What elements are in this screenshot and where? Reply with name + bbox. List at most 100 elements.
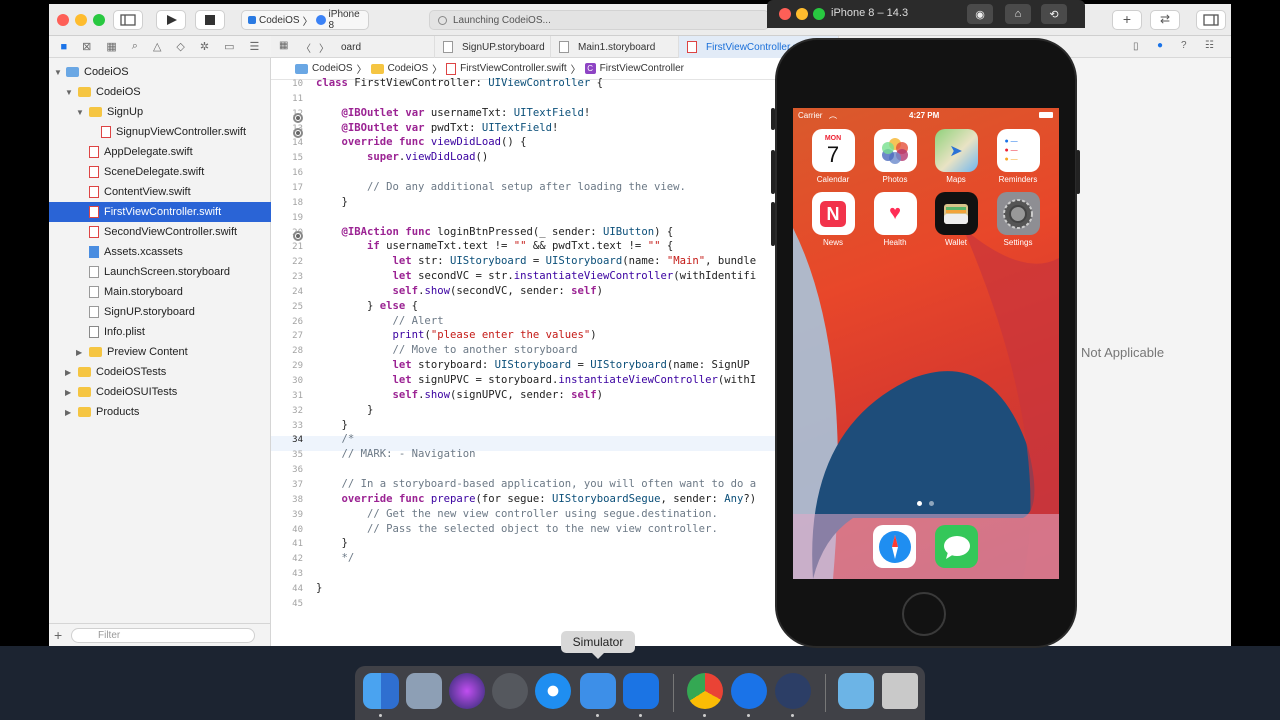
zoom-button[interactable] bbox=[93, 14, 105, 26]
plist-icon bbox=[89, 326, 99, 338]
launchpad-icon[interactable] bbox=[492, 673, 528, 709]
jump-item[interactable]: CodeiOS bbox=[312, 63, 353, 74]
scheme-selector[interactable]: CodeiOS 〉 iPhone 8 bbox=[241, 9, 369, 31]
item-label: Main.storyboard bbox=[104, 286, 183, 298]
list-item[interactable]: ▶ CodeiOSTests bbox=[49, 362, 271, 382]
toggle-inspector-button[interactable] bbox=[1196, 10, 1226, 30]
list-item[interactable]: ▶ Products bbox=[49, 402, 271, 422]
back-icon[interactable]: 〈 bbox=[301, 40, 311, 55]
list-item-selected[interactable]: FirstViewController.swift bbox=[49, 202, 271, 222]
toggle-navigator-button[interactable] bbox=[113, 10, 143, 30]
calendar-icon: MON 7 bbox=[811, 129, 855, 172]
trash-icon[interactable] bbox=[882, 673, 918, 709]
list-item[interactable]: SignupViewController.swift bbox=[49, 122, 271, 142]
report-icon[interactable]: ☰ bbox=[250, 40, 260, 53]
quicktime-icon[interactable] bbox=[775, 673, 811, 709]
list-item[interactable]: ContentView.swift bbox=[49, 182, 271, 202]
doc-icon[interactable]: ▯ bbox=[1133, 41, 1139, 52]
attributes-icon[interactable]: ☷ bbox=[1205, 40, 1214, 51]
preview-icon[interactable] bbox=[406, 673, 442, 709]
jump-item[interactable]: CodeiOS bbox=[388, 63, 429, 74]
list-item[interactable]: Main.storyboard bbox=[49, 282, 271, 302]
list-item[interactable]: Assets.xcassets bbox=[49, 242, 271, 262]
minimize-button[interactable] bbox=[796, 8, 808, 20]
library-button[interactable]: + bbox=[1112, 10, 1142, 30]
minimize-button[interactable] bbox=[75, 14, 87, 26]
action-connection-icon[interactable] bbox=[293, 231, 303, 241]
list-item[interactable]: ▶ CodeiOSUITests bbox=[49, 382, 271, 402]
app-maps[interactable]: ➤ Maps bbox=[934, 129, 978, 184]
help-icon[interactable]: ? bbox=[1181, 40, 1187, 51]
list-item[interactable]: ▶ Preview Content bbox=[49, 342, 271, 362]
folder-icon[interactable]: ■ bbox=[61, 41, 68, 53]
safari-dock-icon[interactable] bbox=[535, 673, 571, 709]
storyboard-icon bbox=[559, 41, 569, 53]
app-reminders[interactable]: ● — ● — ● — Reminders bbox=[996, 129, 1040, 184]
plus-icon: + bbox=[1122, 11, 1132, 27]
macos-dock bbox=[355, 666, 925, 720]
code-line: // Alert bbox=[392, 314, 444, 327]
list-item[interactable]: AppDelegate.swift bbox=[49, 142, 271, 162]
code-review-button[interactable]: ⇄ bbox=[1150, 10, 1180, 30]
tab-signup-storyboard[interactable]: SignUP.storyboard bbox=[435, 36, 551, 58]
iphone-home-button[interactable] bbox=[902, 592, 946, 636]
breakpoint-icon[interactable]: ▭ bbox=[224, 40, 234, 53]
iphone-screen: Carrier ︵ 4:27 PM MON 7 Calendar Photos … bbox=[793, 108, 1059, 579]
siri-icon[interactable] bbox=[449, 673, 485, 709]
search-icon[interactable]: ⌕ bbox=[132, 40, 138, 53]
messages-icon[interactable] bbox=[935, 525, 978, 568]
list-item[interactable]: SignUP.storyboard bbox=[49, 302, 271, 322]
home-button-toolbar[interactable]: ⌂ bbox=[1005, 4, 1031, 24]
safari-icon[interactable] bbox=[873, 525, 916, 568]
list-item[interactable]: ▼ CodeiOS bbox=[49, 82, 271, 102]
outlet-connection-icon[interactable] bbox=[293, 113, 303, 123]
app-health[interactable]: ♥ Health bbox=[873, 192, 917, 247]
stop-button[interactable] bbox=[195, 10, 225, 30]
plus-icon[interactable]: + bbox=[54, 627, 62, 643]
source-control-icon[interactable]: ⊠ bbox=[82, 40, 91, 53]
code-line: // MARK: - Navigation bbox=[341, 448, 476, 461]
heart-icon: ♥ bbox=[873, 192, 917, 235]
outlet-connection-icon[interactable] bbox=[293, 128, 303, 138]
folder-icon bbox=[78, 387, 91, 397]
warning-icon[interactable]: △ bbox=[153, 40, 161, 53]
history-icon[interactable]: ● bbox=[1157, 40, 1163, 51]
chevron-right-icon: 〉 bbox=[570, 65, 581, 76]
close-button[interactable] bbox=[57, 14, 69, 26]
app-news[interactable]: N News bbox=[811, 192, 855, 247]
app-wallet[interactable]: Wallet bbox=[934, 192, 978, 247]
list-item[interactable]: ▼ SignUp bbox=[49, 102, 271, 122]
list-item[interactable]: LaunchScreen.storyboard bbox=[49, 262, 271, 282]
chrome-icon[interactable] bbox=[687, 673, 723, 709]
app-settings[interactable]: Settings bbox=[996, 192, 1040, 247]
close-button[interactable] bbox=[779, 8, 791, 20]
rotate-button[interactable]: ⟲ bbox=[1041, 4, 1067, 24]
jump-item[interactable]: FirstViewController.swift bbox=[460, 63, 567, 74]
list-item[interactable]: SceneDelegate.swift bbox=[49, 162, 271, 182]
code-line: } bbox=[316, 195, 348, 208]
zoom-button[interactable] bbox=[813, 8, 825, 20]
tab-storyboard[interactable]: oard bbox=[333, 36, 435, 58]
app-calendar[interactable]: MON 7 Calendar bbox=[811, 129, 855, 184]
test-icon[interactable]: ◇ bbox=[176, 40, 184, 53]
assets-icon bbox=[89, 246, 99, 258]
item-label: CodeiOS bbox=[96, 86, 141, 98]
list-item[interactable]: Info.plist bbox=[49, 322, 271, 342]
jump-item[interactable]: FirstViewController bbox=[600, 63, 684, 74]
list-item[interactable]: ▼ CodeiOS bbox=[49, 62, 271, 82]
teamviewer-icon[interactable] bbox=[731, 673, 767, 709]
app-photos[interactable]: Photos bbox=[873, 129, 917, 184]
list-item[interactable]: SecondViewController.swift bbox=[49, 222, 271, 242]
simulator-icon[interactable] bbox=[580, 673, 616, 709]
symbol-icon[interactable]: ▦ bbox=[106, 40, 116, 53]
run-button[interactable] bbox=[156, 10, 186, 30]
filter-field[interactable]: Filter bbox=[71, 628, 255, 643]
tab-main1-storyboard[interactable]: Main1.storyboard bbox=[551, 36, 679, 58]
finder-icon[interactable] bbox=[363, 673, 399, 709]
screenshot-button[interactable]: ◉ bbox=[967, 4, 993, 24]
grid-icon[interactable]: ▦ bbox=[279, 40, 288, 51]
xcode-dock-icon[interactable] bbox=[623, 673, 659, 709]
forward-icon[interactable]: 〉 bbox=[319, 40, 329, 55]
downloads-folder-icon[interactable] bbox=[838, 673, 874, 709]
debug-icon[interactable]: ✲ bbox=[200, 40, 209, 53]
